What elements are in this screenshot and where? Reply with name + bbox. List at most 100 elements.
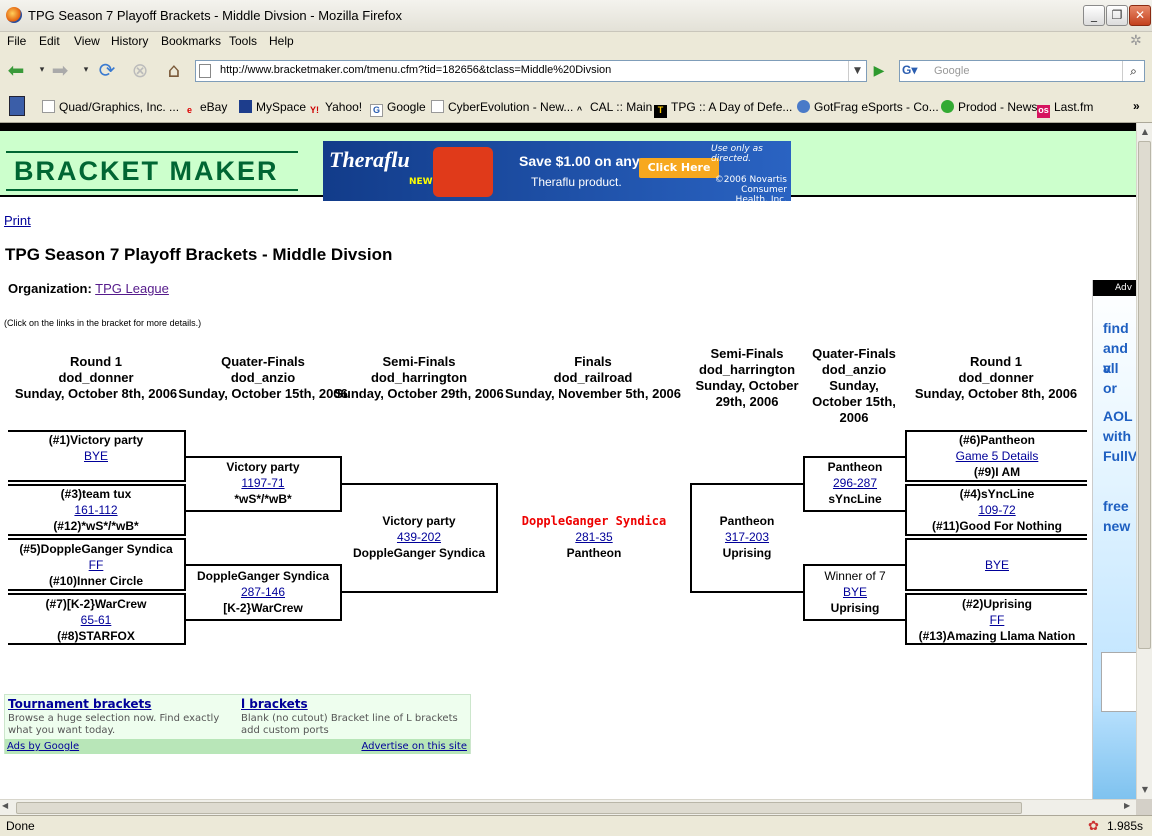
side-ad-text: with bbox=[1103, 428, 1131, 444]
ad-desc-2: Blank (no cutout) Bracket line of L brac… bbox=[241, 713, 458, 736]
match-score-link[interactable]: 317-203 bbox=[725, 530, 769, 544]
bracket-line bbox=[905, 593, 1087, 595]
team-top: Winner of 7 bbox=[824, 569, 886, 583]
bookmark-cyberevolution[interactable]: CyberEvolution - New... bbox=[431, 100, 573, 114]
throbber-icon: ✲ bbox=[1130, 32, 1142, 48]
top-nav-strip bbox=[0, 123, 1136, 131]
ad-link-l-brackets[interactable]: l brackets bbox=[241, 697, 308, 711]
restore-button[interactable]: ❐ bbox=[1106, 5, 1128, 26]
round-date: Sunday, October 15th, 2006 bbox=[812, 378, 896, 425]
bookmark-lastfm[interactable]: os Last.fm bbox=[1037, 100, 1093, 118]
bookmarks-menu-icon[interactable] bbox=[9, 96, 25, 116]
bracket-line bbox=[804, 510, 906, 512]
round-map: dod_anzio bbox=[821, 362, 887, 377]
match-score-link[interactable]: BYE bbox=[84, 449, 108, 463]
stop-icon[interactable]: ⊗ bbox=[128, 58, 152, 82]
horizontal-scrollbar[interactable]: ◀ ▶ bbox=[0, 799, 1136, 815]
back-icon[interactable]: ⬅ bbox=[4, 58, 28, 82]
bookmark-quad[interactable]: Quad/Graphics, Inc. ... bbox=[42, 100, 179, 114]
side-ad-text: all or bbox=[1103, 360, 1119, 396]
match-score-link[interactable]: 65-61 bbox=[81, 613, 112, 627]
team-top: (#3)team tux bbox=[60, 487, 132, 501]
scroll-down-icon[interactable]: ▼ bbox=[1138, 783, 1152, 797]
close-button[interactable]: ✕ bbox=[1129, 5, 1151, 26]
google-engine-icon[interactable]: G▾ bbox=[902, 63, 928, 79]
menu-view[interactable]: View bbox=[74, 34, 100, 48]
match-score-link[interactable]: FF bbox=[990, 613, 1005, 627]
reload-icon[interactable]: ⟳ bbox=[95, 58, 119, 82]
bookmarks-toolbar: Quad/Graphics, Inc. ... e eBay MySpace Y!… bbox=[0, 91, 1152, 123]
url-text[interactable]: http://www.bracketmaker.com/tmenu.cfm?ti… bbox=[220, 64, 611, 76]
organization-link[interactable]: TPG League bbox=[95, 281, 169, 296]
round-header-sf-right: Semi-Finals dod_harrington Sunday, Octob… bbox=[692, 346, 802, 410]
chevron-right-icon[interactable]: » bbox=[1133, 99, 1140, 113]
ad-link-tournament-brackets[interactable]: Tournament brackets bbox=[8, 697, 151, 711]
search-icon[interactable]: ⌕ bbox=[1122, 61, 1144, 81]
round-name: Round 1 bbox=[970, 354, 1022, 369]
ads-by-google-link[interactable]: Ads by Google bbox=[7, 739, 79, 754]
bookmark-gotfrag[interactable]: GotFrag eSports - Co... bbox=[797, 100, 939, 114]
bookmark-yahoo[interactable]: Y! Yahoo! bbox=[308, 100, 362, 118]
menu-file[interactable]: File bbox=[7, 34, 26, 48]
print-link[interactable]: Print bbox=[4, 213, 31, 228]
menu-help[interactable]: Help bbox=[269, 34, 294, 48]
menu-edit[interactable]: Edit bbox=[39, 34, 60, 48]
team-top: (#4)sYncLine bbox=[959, 487, 1035, 501]
match-score-link[interactable]: Game 5 Details bbox=[956, 449, 1039, 463]
match-score-link[interactable]: 109-72 bbox=[978, 503, 1015, 517]
round-date: Sunday, October 8th, 2006 bbox=[914, 386, 1078, 401]
round-name: Semi-Finals bbox=[710, 346, 784, 361]
bookmark-prodod[interactable]: Prodod - News bbox=[941, 100, 1037, 114]
bracket-line bbox=[804, 564, 906, 566]
round-name: Quater-Finals bbox=[221, 354, 305, 369]
match-score-link[interactable]: BYE bbox=[843, 585, 867, 599]
scroll-thumb[interactable] bbox=[16, 802, 1022, 814]
match-score-link[interactable]: 439-202 bbox=[397, 530, 441, 544]
match-score-link[interactable]: 281-35 bbox=[575, 530, 612, 544]
match-score-link[interactable]: 1197-71 bbox=[241, 476, 284, 490]
match-score-link[interactable]: BYE bbox=[985, 558, 1009, 572]
bracketmaker-logo[interactable]: BRACKET MAKER bbox=[6, 151, 298, 191]
scroll-up-icon[interactable]: ▲ bbox=[1138, 125, 1152, 139]
url-bar[interactable]: http://www.bracketmaker.com/tmenu.cfm?ti… bbox=[195, 60, 867, 82]
team-bottom: [K-2}WarCrew bbox=[223, 601, 303, 615]
lastfm-icon: os bbox=[1037, 105, 1050, 118]
scroll-left-icon[interactable]: ◀ bbox=[2, 801, 8, 810]
side-ad[interactable]: Adv find and v all or AOL with FullV fre… bbox=[1092, 280, 1136, 799]
home-icon[interactable]: ⌂ bbox=[162, 58, 186, 82]
bookmark-ebay[interactable]: e eBay bbox=[183, 100, 227, 118]
ad-offer-2: Theraflu product. bbox=[531, 175, 622, 189]
team-bottom: *wS*/*wB* bbox=[234, 492, 292, 506]
bookmark-myspace[interactable]: MySpace bbox=[239, 100, 306, 114]
search-bar[interactable]: G▾ Google ⌕ bbox=[899, 60, 1145, 82]
match-finals: DoppleGanger Syndica 281-35 Pantheon bbox=[498, 513, 690, 561]
match-score-link[interactable]: 296-287 bbox=[833, 476, 877, 490]
scroll-right-icon[interactable]: ▶ bbox=[1124, 801, 1130, 810]
menu-bookmarks[interactable]: Bookmarks bbox=[161, 34, 221, 48]
match-r1-l4: (#7)[K-2}WarCrew 65-61 (#8)STARFOX bbox=[8, 596, 184, 644]
match-score-link[interactable]: FF bbox=[89, 558, 104, 572]
bookmark-google[interactable]: G Google bbox=[370, 100, 426, 117]
round-header-finals: Finals dod_railroad Sunday, November 5th… bbox=[503, 354, 683, 402]
url-dropdown-icon[interactable]: ▼ bbox=[848, 61, 866, 81]
round-map: dod_anzio bbox=[230, 370, 296, 385]
advertise-link[interactable]: Advertise on this site bbox=[361, 739, 467, 754]
go-icon[interactable]: ▶ bbox=[869, 61, 889, 81]
vertical-scrollbar[interactable]: ▲ ▼ bbox=[1136, 123, 1152, 799]
ads-footer: Ads by Google Advertise on this site bbox=[5, 739, 470, 754]
champion-name: DoppleGanger Syndica bbox=[521, 514, 667, 528]
match-score-link[interactable]: 287-146 bbox=[241, 585, 285, 599]
match-score-link[interactable]: 161-112 bbox=[74, 503, 117, 517]
team-bottom: sYncLine bbox=[828, 492, 882, 506]
minimize-button[interactable]: _ bbox=[1083, 5, 1105, 26]
menu-history[interactable]: History bbox=[111, 34, 148, 48]
myspace-icon bbox=[239, 100, 252, 113]
menu-tools[interactable]: Tools bbox=[229, 34, 257, 48]
theraflu-ad[interactable]: Theraflu NEW Save $1.00 on any Theraflu … bbox=[323, 141, 791, 201]
scroll-thumb[interactable] bbox=[1138, 141, 1151, 649]
forward-icon[interactable]: ➡ bbox=[48, 58, 72, 82]
search-placeholder[interactable]: Google bbox=[934, 65, 969, 77]
bookmark-tpg[interactable]: T TPG :: A Day of Defe... bbox=[654, 100, 792, 118]
shield-icon[interactable]: ✿ bbox=[1088, 818, 1099, 834]
bookmark-cal[interactable]: ^ CAL :: Main bbox=[573, 100, 652, 118]
